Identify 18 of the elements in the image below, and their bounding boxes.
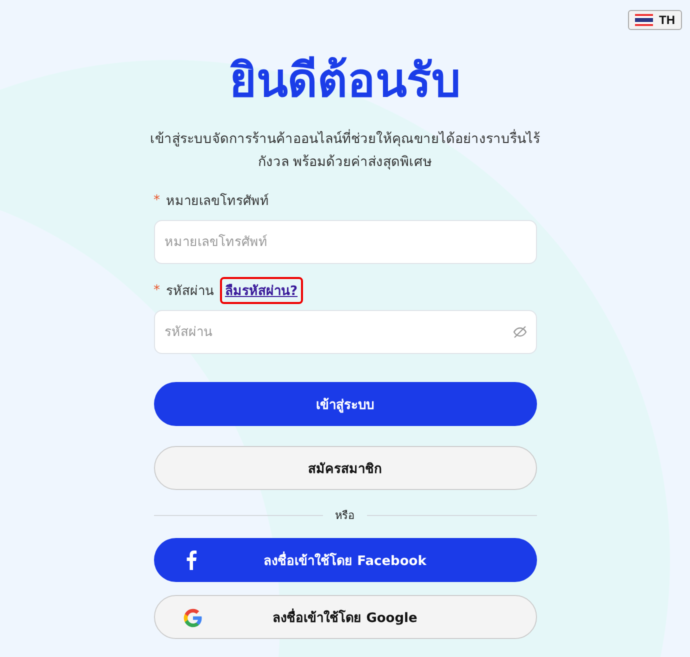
register-button[interactable]: สมัครสมาชิก bbox=[154, 446, 536, 490]
welcome-title: ยินดีต้อนรับ bbox=[228, 52, 462, 109]
login-button[interactable]: เข้าสู่ระบบ bbox=[154, 382, 536, 426]
facebook-login-button[interactable]: ลงชื่อเข้าใช้โดย Facebook bbox=[154, 538, 536, 582]
divider-text: หรือ bbox=[335, 508, 355, 524]
password-field[interactable]: รหัสผ่าน bbox=[154, 310, 536, 354]
subtitle-text: เข้าสู่ระบบจัดการร้านค้าออนไลน์ที่ช่วยให้คุณขายได้อย่างราบรื่นไร้กังวล พร้อมด้วยค่าส่งสุดพิเศษ bbox=[149, 128, 541, 172]
forgot-password-link[interactable]: ลืมรหัสผ่าน? bbox=[220, 276, 303, 304]
field-label: หมายเลขโทรศัพท์ bbox=[166, 192, 269, 210]
eye-hidden-icon[interactable] bbox=[512, 326, 526, 338]
field-label: รหัสผ่าน bbox=[166, 282, 214, 300]
flag-icon bbox=[635, 14, 653, 26]
google-login-button[interactable]: ลงชื่อเข้าใช้โดย Google bbox=[154, 595, 536, 639]
language-button[interactable]: TH bbox=[628, 10, 682, 30]
phone-field[interactable]: หมายเลขโทรศัพท์ bbox=[154, 220, 536, 264]
required-mark: * bbox=[154, 192, 160, 208]
required-mark: * bbox=[154, 282, 160, 298]
google-icon bbox=[182, 608, 202, 628]
